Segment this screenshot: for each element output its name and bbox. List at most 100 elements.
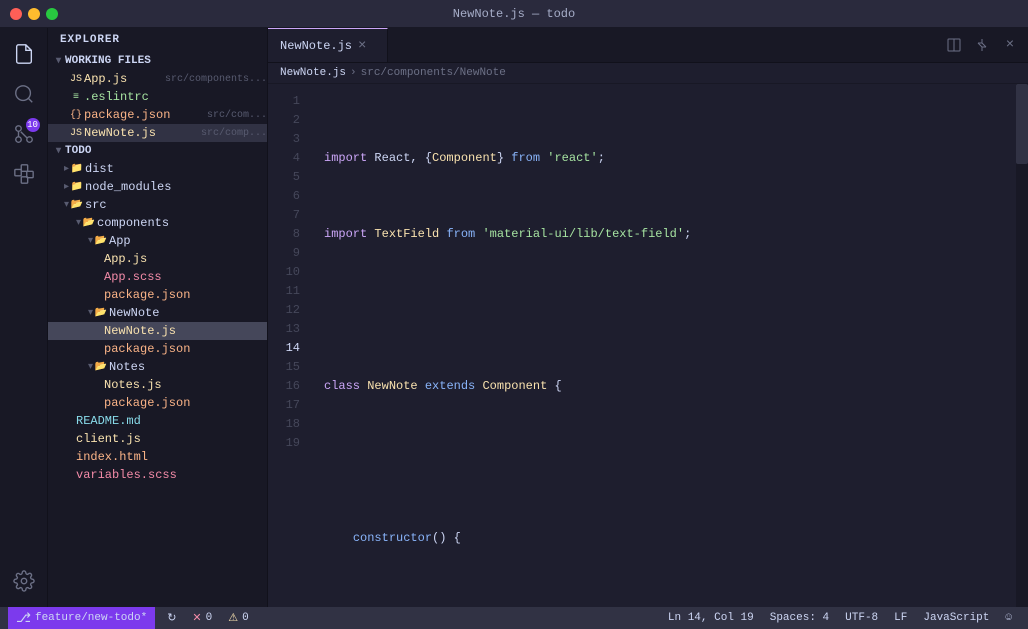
line-num-13: 13	[268, 320, 316, 339]
window-controls[interactable]	[10, 8, 58, 20]
minimize-button[interactable]	[28, 8, 40, 20]
folder-open-icon: 📂	[93, 235, 109, 247]
file-desc: src/com...	[207, 110, 267, 121]
code-line-5	[316, 453, 1016, 472]
todo-header[interactable]: TODO	[48, 142, 267, 160]
js-file-icon: JS	[68, 128, 84, 139]
working-file-newnotejs[interactable]: JS NewNote.js src/comp...	[48, 124, 267, 142]
todo-label: TODO	[65, 145, 91, 157]
tab-close-icon[interactable]: ×	[358, 38, 366, 54]
folder-app[interactable]: 📂 App	[48, 232, 267, 250]
settings-icon[interactable]	[6, 563, 42, 599]
working-file-eslintrc[interactable]: ≡ .eslintrc	[48, 88, 267, 106]
file-name: README.md	[76, 414, 267, 428]
file-newnote-js[interactable]: NewNote.js	[48, 322, 267, 340]
working-file-packagejson[interactable]: {} package.json src/com...	[48, 106, 267, 124]
file-encoding[interactable]: UTF-8	[837, 607, 886, 629]
sidebar: Explorer WORKING FILES JS App.js src/com…	[48, 28, 268, 607]
warning-icon: ⚠	[228, 611, 238, 625]
tab-bar: NewNote.js × ×	[268, 28, 1028, 63]
folder-notes[interactable]: 📂 Notes	[48, 358, 267, 376]
folder-dist[interactable]: 📁 dist	[48, 160, 267, 178]
breadcrumb: NewNote.js › src/components/NewNote	[268, 63, 1028, 84]
folder-newnote[interactable]: 📂 NewNote	[48, 304, 267, 322]
cursor-position[interactable]: Ln 14, Col 19	[660, 607, 762, 629]
file-app-packagejson[interactable]: package.json	[48, 286, 267, 304]
file-readme[interactable]: README.md	[48, 412, 267, 430]
source-control-icon[interactable]: 10	[6, 116, 42, 152]
file-clientjs[interactable]: client.js	[48, 430, 267, 448]
folder-open-icon: 📂	[69, 199, 85, 211]
file-name: App.js	[84, 72, 161, 86]
maximize-button[interactable]	[46, 8, 58, 20]
working-files-header[interactable]: WORKING FILES	[48, 52, 267, 70]
line-num-9: 9	[268, 244, 316, 263]
file-name: NewNote.js	[104, 324, 267, 338]
file-language[interactable]: JavaScript	[915, 607, 997, 629]
activity-bar: 10	[0, 28, 48, 607]
code-area[interactable]: 1 2 3 4 5 6 7 8 9 10 11 12 13 14 15 16 1…	[268, 84, 1028, 607]
indent-size[interactable]: Spaces: 4	[762, 607, 837, 629]
line-num-7: 7	[268, 206, 316, 225]
file-name: App.js	[104, 252, 267, 266]
tab-newnotejs[interactable]: NewNote.js ×	[268, 28, 388, 62]
line-num-14: 14	[268, 339, 316, 358]
file-name: package.json	[104, 342, 267, 356]
working-files-label: WORKING FILES	[65, 55, 151, 67]
file-notes-packagejson[interactable]: package.json	[48, 394, 267, 412]
language-text: JavaScript	[923, 612, 989, 624]
folder-name: App	[109, 234, 267, 248]
line-num-1: 1	[268, 92, 316, 111]
file-name: package.json	[84, 108, 203, 122]
line-ending[interactable]: LF	[886, 607, 915, 629]
line-num-16: 16	[268, 377, 316, 396]
file-name: package.json	[104, 288, 267, 302]
extensions-icon[interactable]	[6, 156, 42, 192]
minimap[interactable]	[1016, 84, 1028, 607]
file-notes-js[interactable]: Notes.js	[48, 376, 267, 394]
close-editor-icon[interactable]: ×	[1000, 31, 1020, 59]
cursor-position-text: Ln 14, Col 19	[668, 612, 754, 624]
file-name: variables.scss	[76, 468, 267, 482]
error-number: 0	[206, 612, 213, 624]
file-app-scss[interactable]: App.scss	[48, 268, 267, 286]
error-count[interactable]: ✕ 0	[184, 607, 220, 629]
file-newnote-packagejson[interactable]: package.json	[48, 340, 267, 358]
split-editor-icon[interactable]	[944, 31, 964, 59]
working-file-appjs[interactable]: JS App.js src/components...	[48, 70, 267, 88]
code-line-1: import React, {Component} from 'react';	[316, 149, 1016, 168]
title-bar: NewNote.js — todo	[0, 0, 1028, 28]
file-variablesscss[interactable]: variables.scss	[48, 466, 267, 484]
line-num-6: 6	[268, 187, 316, 206]
warning-number: 0	[242, 612, 249, 624]
file-name: NewNote.js	[84, 126, 197, 140]
git-branch[interactable]: ⎇ feature/new-todo*	[8, 607, 155, 629]
search-icon[interactable]	[6, 76, 42, 112]
file-app-js[interactable]: App.js	[48, 250, 267, 268]
folder-open-icon: 📂	[93, 307, 109, 319]
folder-components[interactable]: 📂 components	[48, 214, 267, 232]
sidebar-header: Explorer	[48, 28, 267, 52]
encoding-text: UTF-8	[845, 612, 878, 624]
minimap-slider[interactable]	[1016, 84, 1028, 164]
files-icon[interactable]	[6, 36, 42, 72]
folder-node-modules[interactable]: 📁 node_modules	[48, 178, 267, 196]
sync-icon[interactable]: ↻	[159, 607, 184, 629]
line-num-4: 4	[268, 149, 316, 168]
warning-count[interactable]: ⚠ 0	[220, 607, 256, 629]
folder-name: NewNote	[109, 306, 267, 320]
code-line-6: constructor() {	[316, 529, 1016, 548]
more-actions-icon[interactable]	[972, 31, 992, 59]
close-button[interactable]	[10, 8, 22, 20]
feedback-icon[interactable]: ☺	[997, 607, 1020, 629]
folder-name: src	[85, 198, 267, 212]
file-desc: src/comp...	[201, 128, 267, 139]
status-right: Ln 14, Col 19 Spaces: 4 UTF-8 LF JavaScr…	[660, 607, 1020, 629]
file-name: index.html	[76, 450, 267, 464]
file-indexhtml[interactable]: index.html	[48, 448, 267, 466]
code-content[interactable]: import React, {Component} from 'react'; …	[316, 84, 1016, 607]
folder-src[interactable]: 📂 src	[48, 196, 267, 214]
file-name: package.json	[104, 396, 267, 410]
file-name: client.js	[76, 432, 267, 446]
line-ending-text: LF	[894, 612, 907, 624]
